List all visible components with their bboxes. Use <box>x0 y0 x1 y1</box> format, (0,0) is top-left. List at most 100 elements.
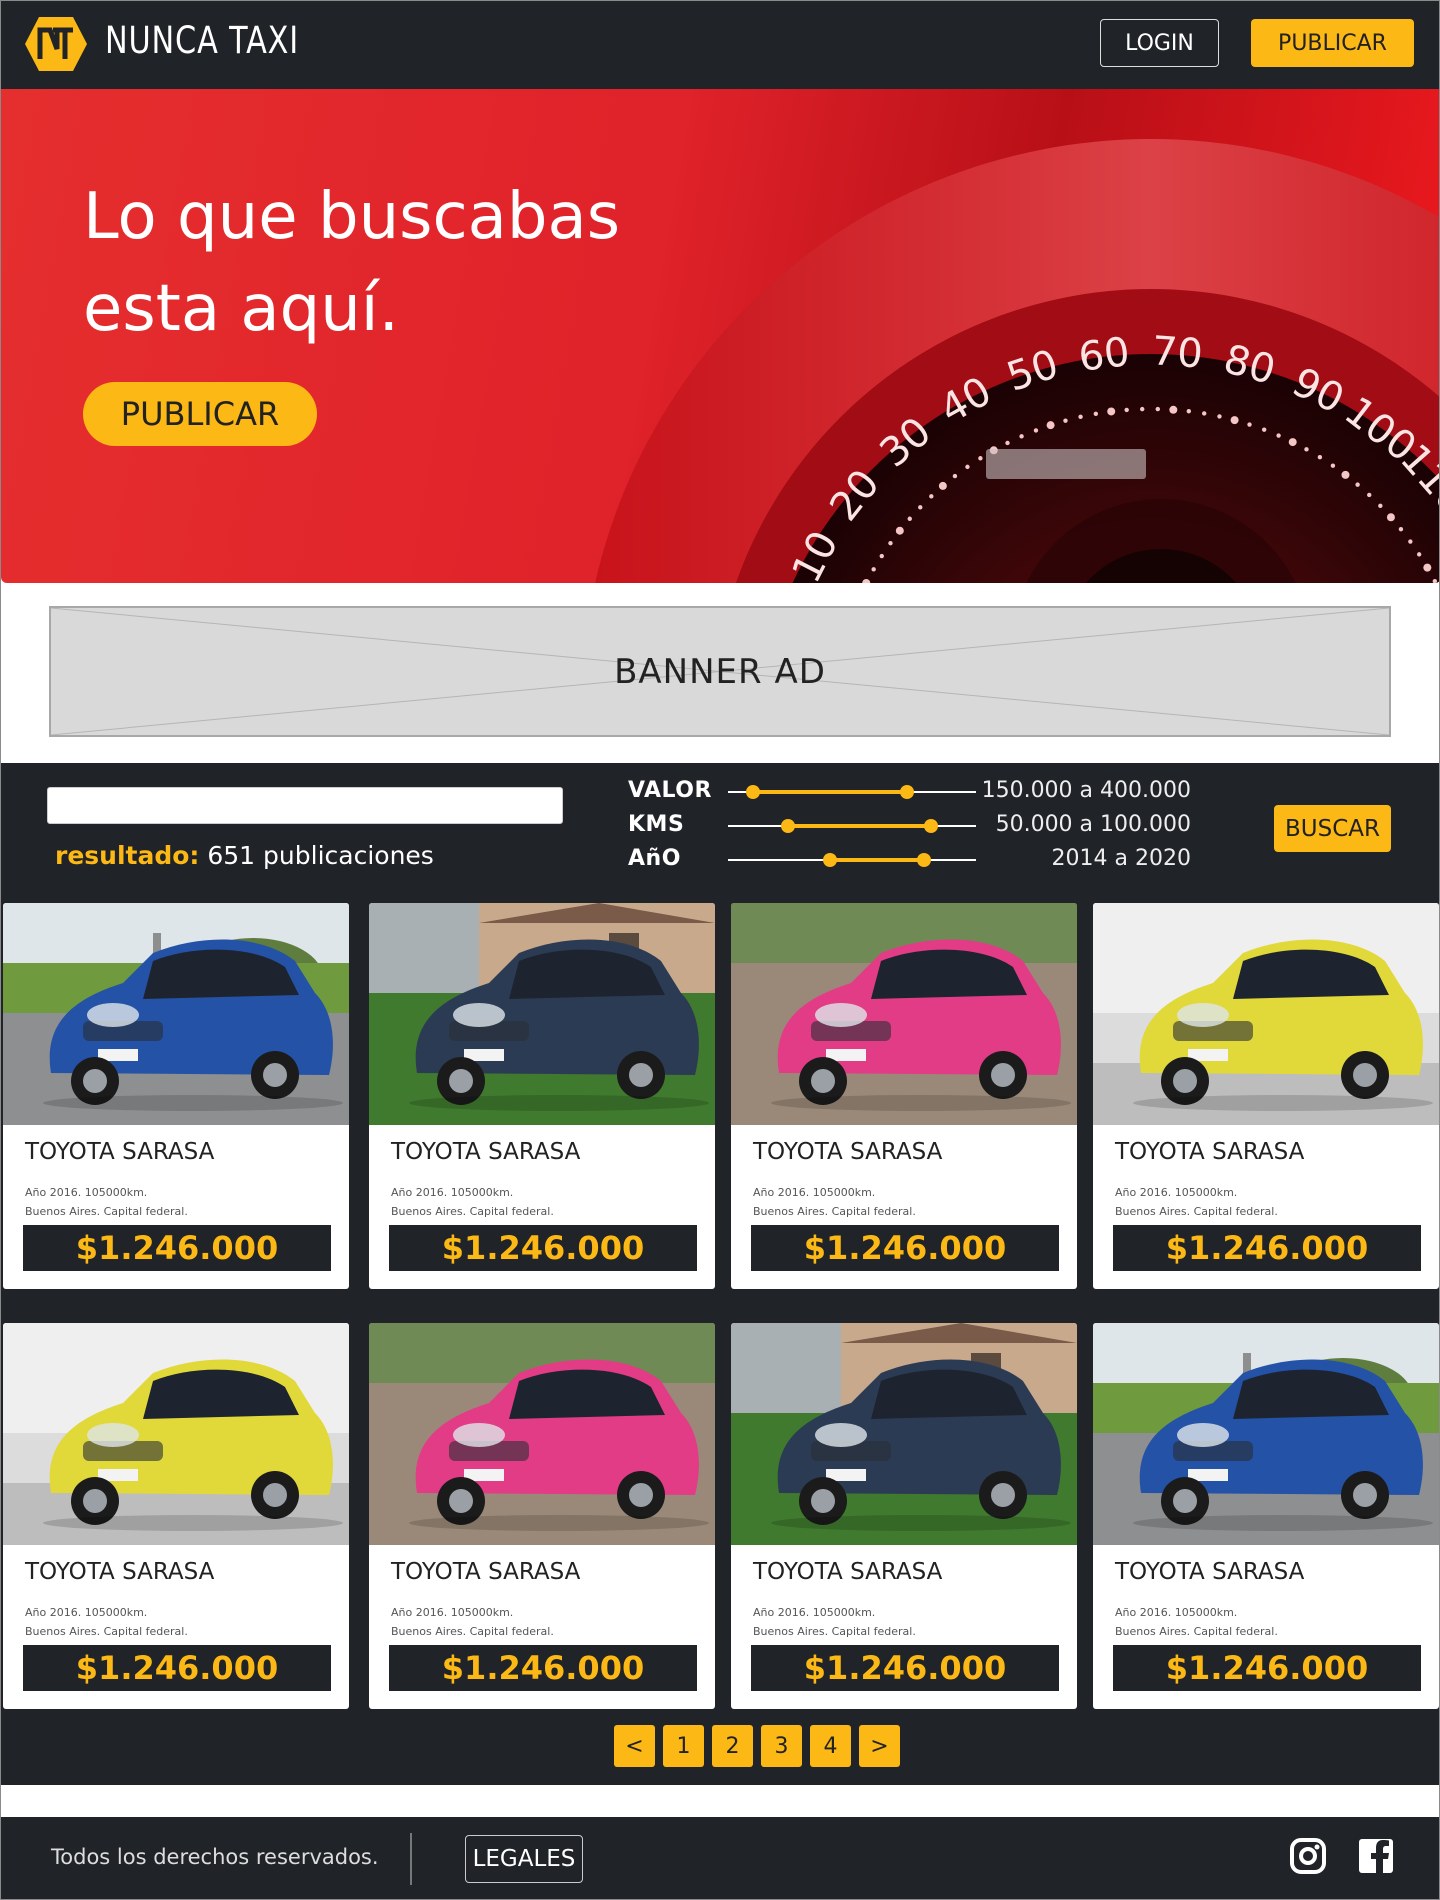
listing-price: $1.246.000 <box>23 1645 331 1691</box>
listing-card[interactable]: TOYOTA SARASA Año 2016. 105000km. Buenos A… <box>369 903 715 1289</box>
slider-min-handle[interactable] <box>780 819 795 833</box>
speedometer-tick <box>1107 407 1116 416</box>
speedometer-tick <box>1367 492 1372 498</box>
slider-max-handle[interactable] <box>924 819 939 833</box>
listing-title[interactable]: TOYOTA SARASA <box>25 1559 214 1585</box>
listing-card[interactable]: TOYOTA SARASA Año 2016. 105000km. Buenos A… <box>1093 1323 1439 1709</box>
hero-title-line1: Lo que buscabas <box>83 180 621 254</box>
listing-year-km: Año 2016. 105000km. <box>753 1606 876 1619</box>
car-photo[interactable] <box>369 903 715 1125</box>
listing-location: Buenos Aires. Capital federal. <box>753 1625 916 1638</box>
hero-publish-button[interactable]: PUBLICAR <box>83 382 317 446</box>
listing-title[interactable]: TOYOTA SARASA <box>1115 1559 1304 1585</box>
listing-year-km: Año 2016. 105000km. <box>391 1186 514 1199</box>
speedometer-tick <box>895 526 904 535</box>
listing-location: Buenos Aires. Capital federal. <box>391 1205 554 1218</box>
slider-max-handle[interactable] <box>916 853 931 867</box>
page-2-button[interactable]: 2 <box>712 1725 753 1767</box>
listing-card[interactable]: TOYOTA SARASA Año 2016. 105000km. Buenos A… <box>731 903 1077 1289</box>
listing-title[interactable]: TOYOTA SARASA <box>753 1559 942 1585</box>
copyright-text: Todos los derechos reservados. <box>51 1845 379 1869</box>
slider-fill <box>787 824 932 828</box>
footer: Todos los derechos reservados. LEGALES <box>1 1817 1439 1899</box>
listing-price: $1.246.000 <box>751 1645 1059 1691</box>
car-photo[interactable] <box>369 1323 715 1545</box>
speedometer-tick <box>1005 440 1010 446</box>
listing-card[interactable]: TOYOTA SARASA Año 2016. 105000km. Buenos A… <box>369 1323 715 1709</box>
slider-valor[interactable] <box>728 783 976 801</box>
speedometer-tick <box>1093 411 1099 416</box>
speedometer-tick <box>1304 447 1309 452</box>
slider-min-handle[interactable] <box>745 785 760 799</box>
listing-price: $1.246.000 <box>1113 1645 1421 1691</box>
page-next-button[interactable]: > <box>859 1725 900 1767</box>
speedometer-tick <box>907 516 912 521</box>
speedometer-tick <box>1341 470 1350 479</box>
listing-year-km: Año 2016. 105000km. <box>1115 1606 1238 1619</box>
logo-icon[interactable] <box>23 15 89 73</box>
listing-title[interactable]: TOYOTA SARASA <box>25 1139 214 1165</box>
brand-name[interactable]: NUNCA TAXI <box>105 19 299 62</box>
listing-meta: Año 2016. 105000km. Buenos Aires. Capital… <box>1115 1603 1278 1641</box>
legal-button[interactable]: LEGALES <box>465 1835 583 1883</box>
facebook-icon[interactable] <box>1357 1837 1395 1875</box>
filter-label-kms: KMS <box>628 812 685 837</box>
page-1-button[interactable]: 1 <box>663 1725 704 1767</box>
slider-kms[interactable] <box>728 817 976 835</box>
listing-meta: Año 2016. 105000km. Buenos Aires. Capital… <box>391 1183 554 1221</box>
speedometer-tick <box>1046 421 1055 430</box>
listing-location: Buenos Aires. Capital federal. <box>25 1625 188 1638</box>
search-input[interactable] <box>47 787 563 824</box>
listing-card[interactable]: TOYOTA SARASA Año 2016. 105000km. Buenos A… <box>3 903 349 1289</box>
slider-min-handle[interactable] <box>822 853 837 867</box>
login-button[interactable]: LOGIN <box>1100 19 1219 67</box>
page-3-button[interactable]: 3 <box>761 1725 802 1767</box>
publish-button[interactable]: PUBLICAR <box>1251 19 1414 67</box>
speedometer-tick <box>1063 418 1068 423</box>
car-photo[interactable] <box>731 1323 1077 1545</box>
search-button[interactable]: BUSCAR <box>1274 805 1391 852</box>
result-count: resultado: 651 publicaciones <box>55 841 434 870</box>
hero-banner: 0102030405060708090100110120130140 Lo qu… <box>1 89 1439 583</box>
speedometer-tick <box>1317 455 1323 460</box>
listing-meta: Año 2016. 105000km. Buenos Aires. Capital… <box>391 1603 554 1641</box>
listing-title[interactable]: TOYOTA SARASA <box>391 1139 580 1165</box>
car-photo[interactable] <box>3 1323 349 1545</box>
speedometer-tick <box>871 567 876 572</box>
speedometer-tick <box>1288 438 1297 447</box>
listing-title[interactable]: TOYOTA SARASA <box>753 1139 942 1165</box>
car-photo[interactable] <box>3 903 349 1125</box>
listing-meta: Año 2016. 105000km. Buenos Aires. Capital… <box>753 1603 916 1641</box>
car-photo[interactable] <box>1093 1323 1439 1545</box>
slider-max-handle[interactable] <box>899 785 914 799</box>
slider-ano[interactable] <box>728 851 976 869</box>
page-prev-button[interactable]: < <box>614 1725 655 1767</box>
slider-fill <box>752 790 907 794</box>
speedometer-tick <box>1423 563 1432 572</box>
slider-fill <box>829 858 924 862</box>
speedometer-tick <box>1378 503 1383 509</box>
listing-title[interactable]: TOYOTA SARASA <box>391 1559 580 1585</box>
listing-price: $1.246.000 <box>389 1645 697 1691</box>
speedometer-tick <box>1408 539 1413 544</box>
speedometer-tick <box>1202 411 1207 416</box>
speedometer-tick <box>929 494 934 499</box>
listing-meta: Año 2016. 105000km. Buenos Aires. Capital… <box>25 1603 188 1641</box>
listing-card[interactable]: TOYOTA SARASA Año 2016. 105000km. Buenos A… <box>1093 903 1439 1289</box>
filter-range-valor: 150.000 a 400.000 <box>981 778 1191 803</box>
speedometer-tick <box>1169 405 1178 414</box>
car-photo[interactable] <box>731 903 1077 1125</box>
speedometer-tick <box>1416 552 1422 557</box>
listing-card[interactable]: TOYOTA SARASA Año 2016. 105000km. Buenos A… <box>3 1323 349 1709</box>
listing-title[interactable]: TOYOTA SARASA <box>1115 1139 1304 1165</box>
speedometer-number: 70 <box>1150 328 1204 377</box>
listing-price: $1.246.000 <box>389 1225 697 1271</box>
instagram-icon[interactable] <box>1289 1837 1327 1875</box>
car-photo[interactable] <box>1093 903 1439 1125</box>
page-4-button[interactable]: 4 <box>810 1725 851 1767</box>
listing-card[interactable]: TOYOTA SARASA Año 2016. 105000km. Buenos A… <box>731 1323 1077 1709</box>
speedometer-tick <box>1261 427 1267 432</box>
banner-ad[interactable]: BANNER AD <box>49 606 1391 737</box>
listing-meta: Año 2016. 105000km. Buenos Aires. Capital… <box>1115 1183 1278 1221</box>
listing-location: Buenos Aires. Capital federal. <box>753 1205 916 1218</box>
